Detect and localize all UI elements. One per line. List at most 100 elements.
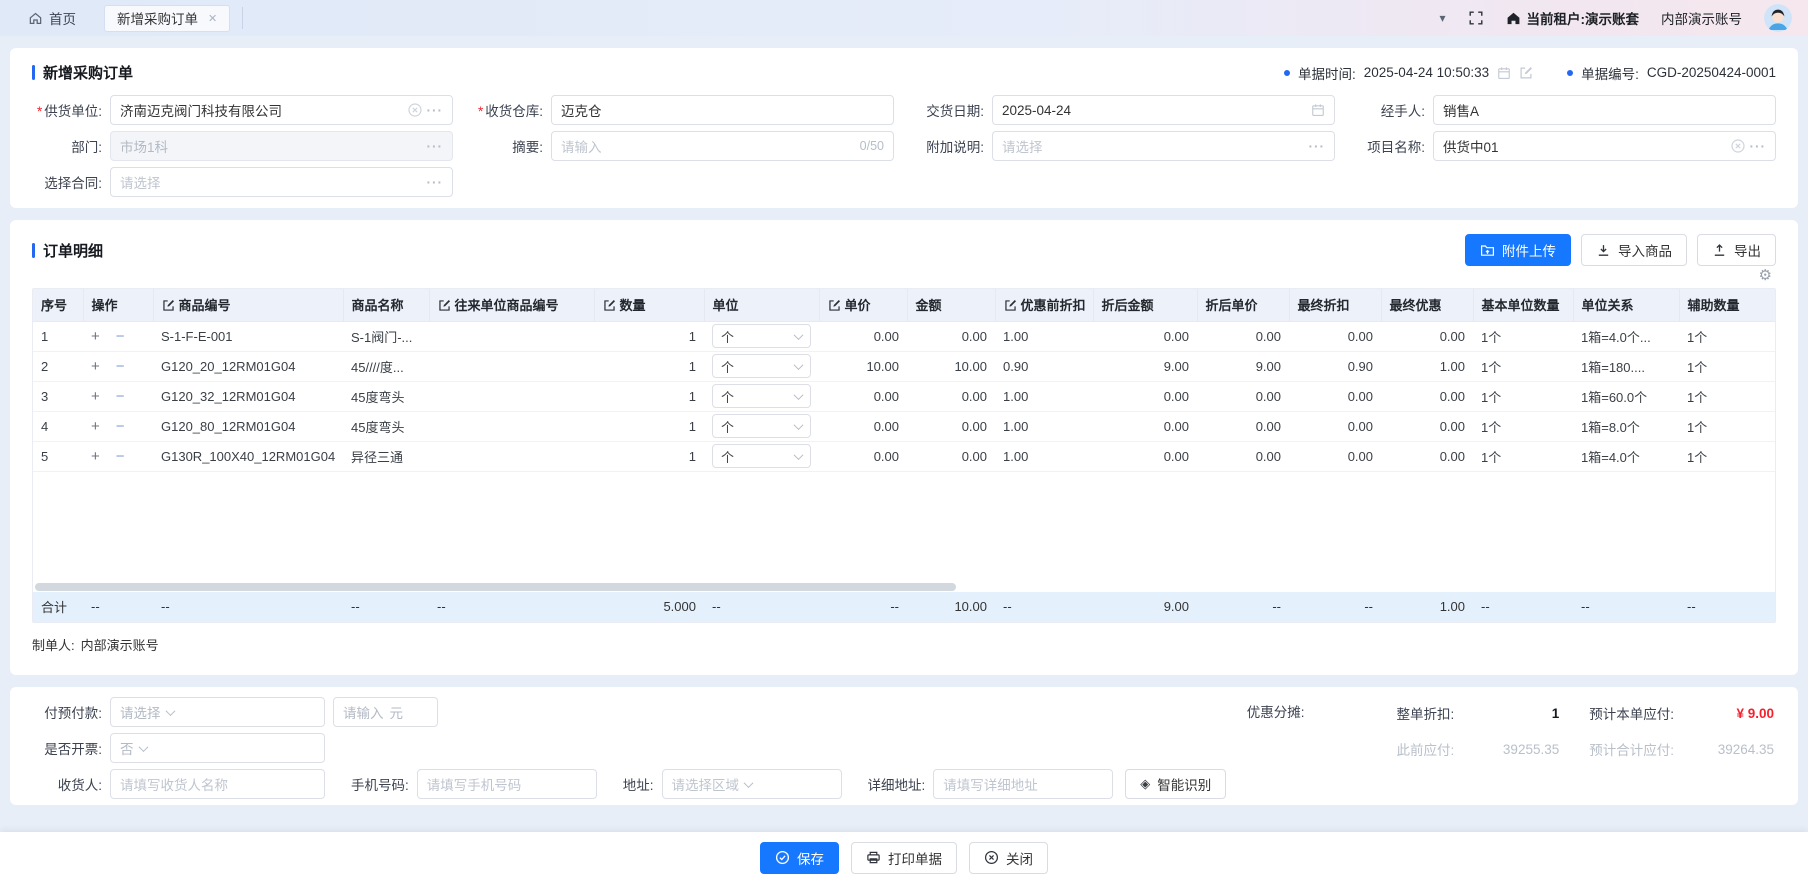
gear-icon[interactable]: ⚙: [1759, 267, 1772, 284]
remove-row-icon[interactable]: −: [116, 328, 125, 345]
unit-select[interactable]: 个: [712, 444, 811, 468]
topbar: 首页 新增采购订单 ✕ ▾ 当前租户:演示账套 内部演示账号: [0, 0, 1808, 36]
receiver-input[interactable]: 请填写收货人名称: [110, 769, 325, 799]
cell-pre_discount[interactable]: 0.90: [995, 351, 1093, 381]
cell-op[interactable]: +−: [83, 321, 153, 351]
unit-select[interactable]: 个: [712, 414, 811, 438]
tab-close-icon[interactable]: ✕: [208, 12, 217, 25]
horizontal-scrollbar[interactable]: [33, 582, 1775, 592]
cell-op[interactable]: +−: [83, 441, 153, 471]
cell-code[interactable]: S-1-F-E-001: [153, 321, 343, 351]
handler-input[interactable]: 销售A: [1433, 95, 1776, 125]
cell-qty[interactable]: 1: [594, 381, 704, 411]
tab-new-purchase-order[interactable]: 新增采购订单 ✕: [104, 5, 230, 32]
calendar-icon[interactable]: [1311, 103, 1325, 117]
cell-pre_discount[interactable]: 1.00: [995, 411, 1093, 441]
cell-qty[interactable]: 1: [594, 441, 704, 471]
contract-input[interactable]: 请选择 ···: [110, 167, 453, 197]
avatar[interactable]: [1764, 4, 1792, 32]
add-row-icon[interactable]: +: [91, 328, 100, 345]
add-row-icon[interactable]: +: [91, 388, 100, 405]
cell-code[interactable]: G120_80_12RM01G04: [153, 411, 343, 441]
supplier-input[interactable]: 济南迈克阀门科技有限公司 ···: [110, 95, 453, 125]
cell-unit[interactable]: 个: [704, 351, 819, 381]
cell-unit[interactable]: 个: [704, 441, 819, 471]
calendar-icon[interactable]: [1497, 66, 1511, 80]
clear-icon[interactable]: [1731, 139, 1745, 153]
more-icon[interactable]: ···: [1750, 139, 1767, 154]
project-input[interactable]: 供货中01 ···: [1433, 131, 1776, 161]
unit-select[interactable]: 个: [712, 354, 811, 378]
cell-unit[interactable]: 个: [704, 321, 819, 351]
cell-op[interactable]: +−: [83, 351, 153, 381]
add-row-icon[interactable]: +: [91, 448, 100, 465]
whole-discount-value[interactable]: 1: [1454, 706, 1559, 721]
invoice-select[interactable]: 否: [110, 733, 325, 763]
cell-seq: 2: [33, 351, 83, 381]
prepay-amount-input[interactable]: 请输入元: [333, 697, 438, 727]
cell-price[interactable]: 0.00: [819, 381, 907, 411]
save-button[interactable]: 保存: [760, 842, 839, 874]
warehouse-input[interactable]: 迈克仓: [551, 95, 894, 125]
remove-row-icon[interactable]: −: [116, 418, 125, 435]
remove-row-icon[interactable]: −: [116, 388, 125, 405]
more-icon[interactable]: ···: [1309, 139, 1326, 154]
chevron-down-icon[interactable]: ▾: [1439, 11, 1445, 25]
add-row-icon[interactable]: +: [91, 418, 100, 435]
unit-select[interactable]: 个: [712, 324, 811, 348]
cell-partner_code[interactable]: [429, 321, 594, 351]
cell-pre_discount[interactable]: 1.00: [995, 321, 1093, 351]
close-button[interactable]: 关闭: [969, 842, 1048, 874]
cell-pre_discount[interactable]: 1.00: [995, 381, 1093, 411]
print-button[interactable]: 打印单据: [851, 842, 957, 874]
current-tenant[interactable]: 当前租户:演示账套: [1506, 8, 1640, 28]
edit-icon[interactable]: [1519, 66, 1533, 80]
cell-partner_code[interactable]: [429, 351, 594, 381]
phone-input[interactable]: 请填写手机号码: [417, 769, 597, 799]
prepay-select[interactable]: 请选择: [110, 697, 325, 727]
cell-price[interactable]: 0.00: [819, 441, 907, 471]
cell-pre_discount[interactable]: 1.00: [995, 441, 1093, 471]
account-name[interactable]: 内部演示账号: [1661, 8, 1742, 28]
more-icon[interactable]: ···: [427, 175, 444, 190]
cell-price[interactable]: 0.00: [819, 321, 907, 351]
delivery-date-input[interactable]: 2025-04-24: [992, 95, 1335, 125]
cell-seq: 4: [33, 411, 83, 441]
fullscreen-icon[interactable]: [1468, 10, 1484, 26]
cell-qty[interactable]: 1: [594, 411, 704, 441]
address-select[interactable]: 请选择区域: [662, 769, 842, 799]
extra-note-input[interactable]: 请选择 ···: [992, 131, 1335, 161]
smart-recognize-button[interactable]: ◈智能识别: [1125, 769, 1226, 799]
remove-row-icon[interactable]: −: [116, 448, 125, 465]
cell-partner_code[interactable]: [429, 381, 594, 411]
cell-qty[interactable]: 1: [594, 351, 704, 381]
cell-partner_code[interactable]: [429, 411, 594, 441]
export-button[interactable]: 导出: [1697, 234, 1776, 266]
remove-row-icon[interactable]: −: [116, 358, 125, 375]
summary-input[interactable]: 请输入 0/50: [551, 131, 894, 161]
cell-price[interactable]: 10.00: [819, 351, 907, 381]
clear-icon[interactable]: [408, 103, 422, 117]
unit-select[interactable]: 个: [712, 384, 811, 408]
total-op: --: [83, 592, 153, 622]
add-row-icon[interactable]: +: [91, 358, 100, 375]
cell-name: 45度弯头: [343, 381, 429, 411]
tab-home[interactable]: 首页: [14, 8, 90, 28]
cell-code[interactable]: G130R_100X40_12RM01G04: [153, 441, 343, 471]
more-icon[interactable]: ···: [427, 103, 444, 118]
maker-line: 制单人:内部演示账号: [32, 635, 1776, 654]
cell-code[interactable]: G120_32_12RM01G04: [153, 381, 343, 411]
tenant-label: 当前租户:演示账套: [1527, 8, 1640, 28]
cell-qty[interactable]: 1: [594, 321, 704, 351]
cell-price[interactable]: 0.00: [819, 411, 907, 441]
cell-op[interactable]: +−: [83, 411, 153, 441]
address-detail-input[interactable]: 请填写详细地址: [933, 769, 1113, 799]
cell-op[interactable]: +−: [83, 381, 153, 411]
scrollbar-thumb[interactable]: [35, 583, 956, 591]
cell-code[interactable]: G120_20_12RM01G04: [153, 351, 343, 381]
cell-unit[interactable]: 个: [704, 411, 819, 441]
import-products-button[interactable]: 导入商品: [1581, 234, 1687, 266]
cell-unit[interactable]: 个: [704, 381, 819, 411]
attachment-upload-button[interactable]: 附件上传: [1465, 234, 1571, 266]
cell-partner_code[interactable]: [429, 441, 594, 471]
